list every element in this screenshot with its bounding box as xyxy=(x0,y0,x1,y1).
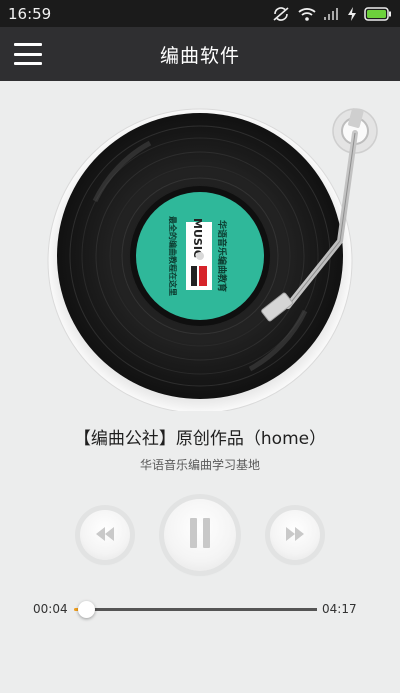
status-time: 16:59 xyxy=(8,4,52,23)
page-title: 编曲软件 xyxy=(159,44,240,67)
song-title: 【编曲公社】原创作品（home） xyxy=(73,429,327,449)
fast-forward-icon xyxy=(284,526,306,545)
status-bar: 16:59 xyxy=(0,0,400,27)
status-icons xyxy=(272,6,392,22)
app-header: 编曲软件 xyxy=(0,27,400,81)
hamburger-menu-icon[interactable] xyxy=(14,43,42,65)
current-time: 00:04 xyxy=(33,602,68,616)
progress-remaining xyxy=(82,608,317,611)
record-label-text-2: 最全的编曲教程在这里 xyxy=(168,216,178,296)
charging-icon xyxy=(348,6,356,21)
signal-icon xyxy=(324,7,340,20)
rewind-button[interactable] xyxy=(80,510,130,560)
total-time: 04:17 xyxy=(322,602,357,616)
progress-thumb[interactable] xyxy=(77,601,95,618)
wifi-icon xyxy=(298,7,316,21)
progress-bar[interactable] xyxy=(74,601,317,618)
rewind-icon xyxy=(94,526,116,545)
turntable: 华语音乐编曲教育 最全的编曲教程在这里 MUSIC xyxy=(0,81,400,414)
pause-icon xyxy=(188,518,212,552)
fast-forward-button[interactable] xyxy=(270,510,320,560)
record-label-music: MUSIC xyxy=(191,218,204,258)
battery-icon xyxy=(364,6,392,21)
sync-off-icon xyxy=(272,6,290,22)
pause-button[interactable] xyxy=(164,499,236,571)
song-subtitle: 华语音乐编曲学习基地 xyxy=(139,458,260,472)
record-label-text-1: 华语音乐编曲教育 xyxy=(216,220,228,292)
